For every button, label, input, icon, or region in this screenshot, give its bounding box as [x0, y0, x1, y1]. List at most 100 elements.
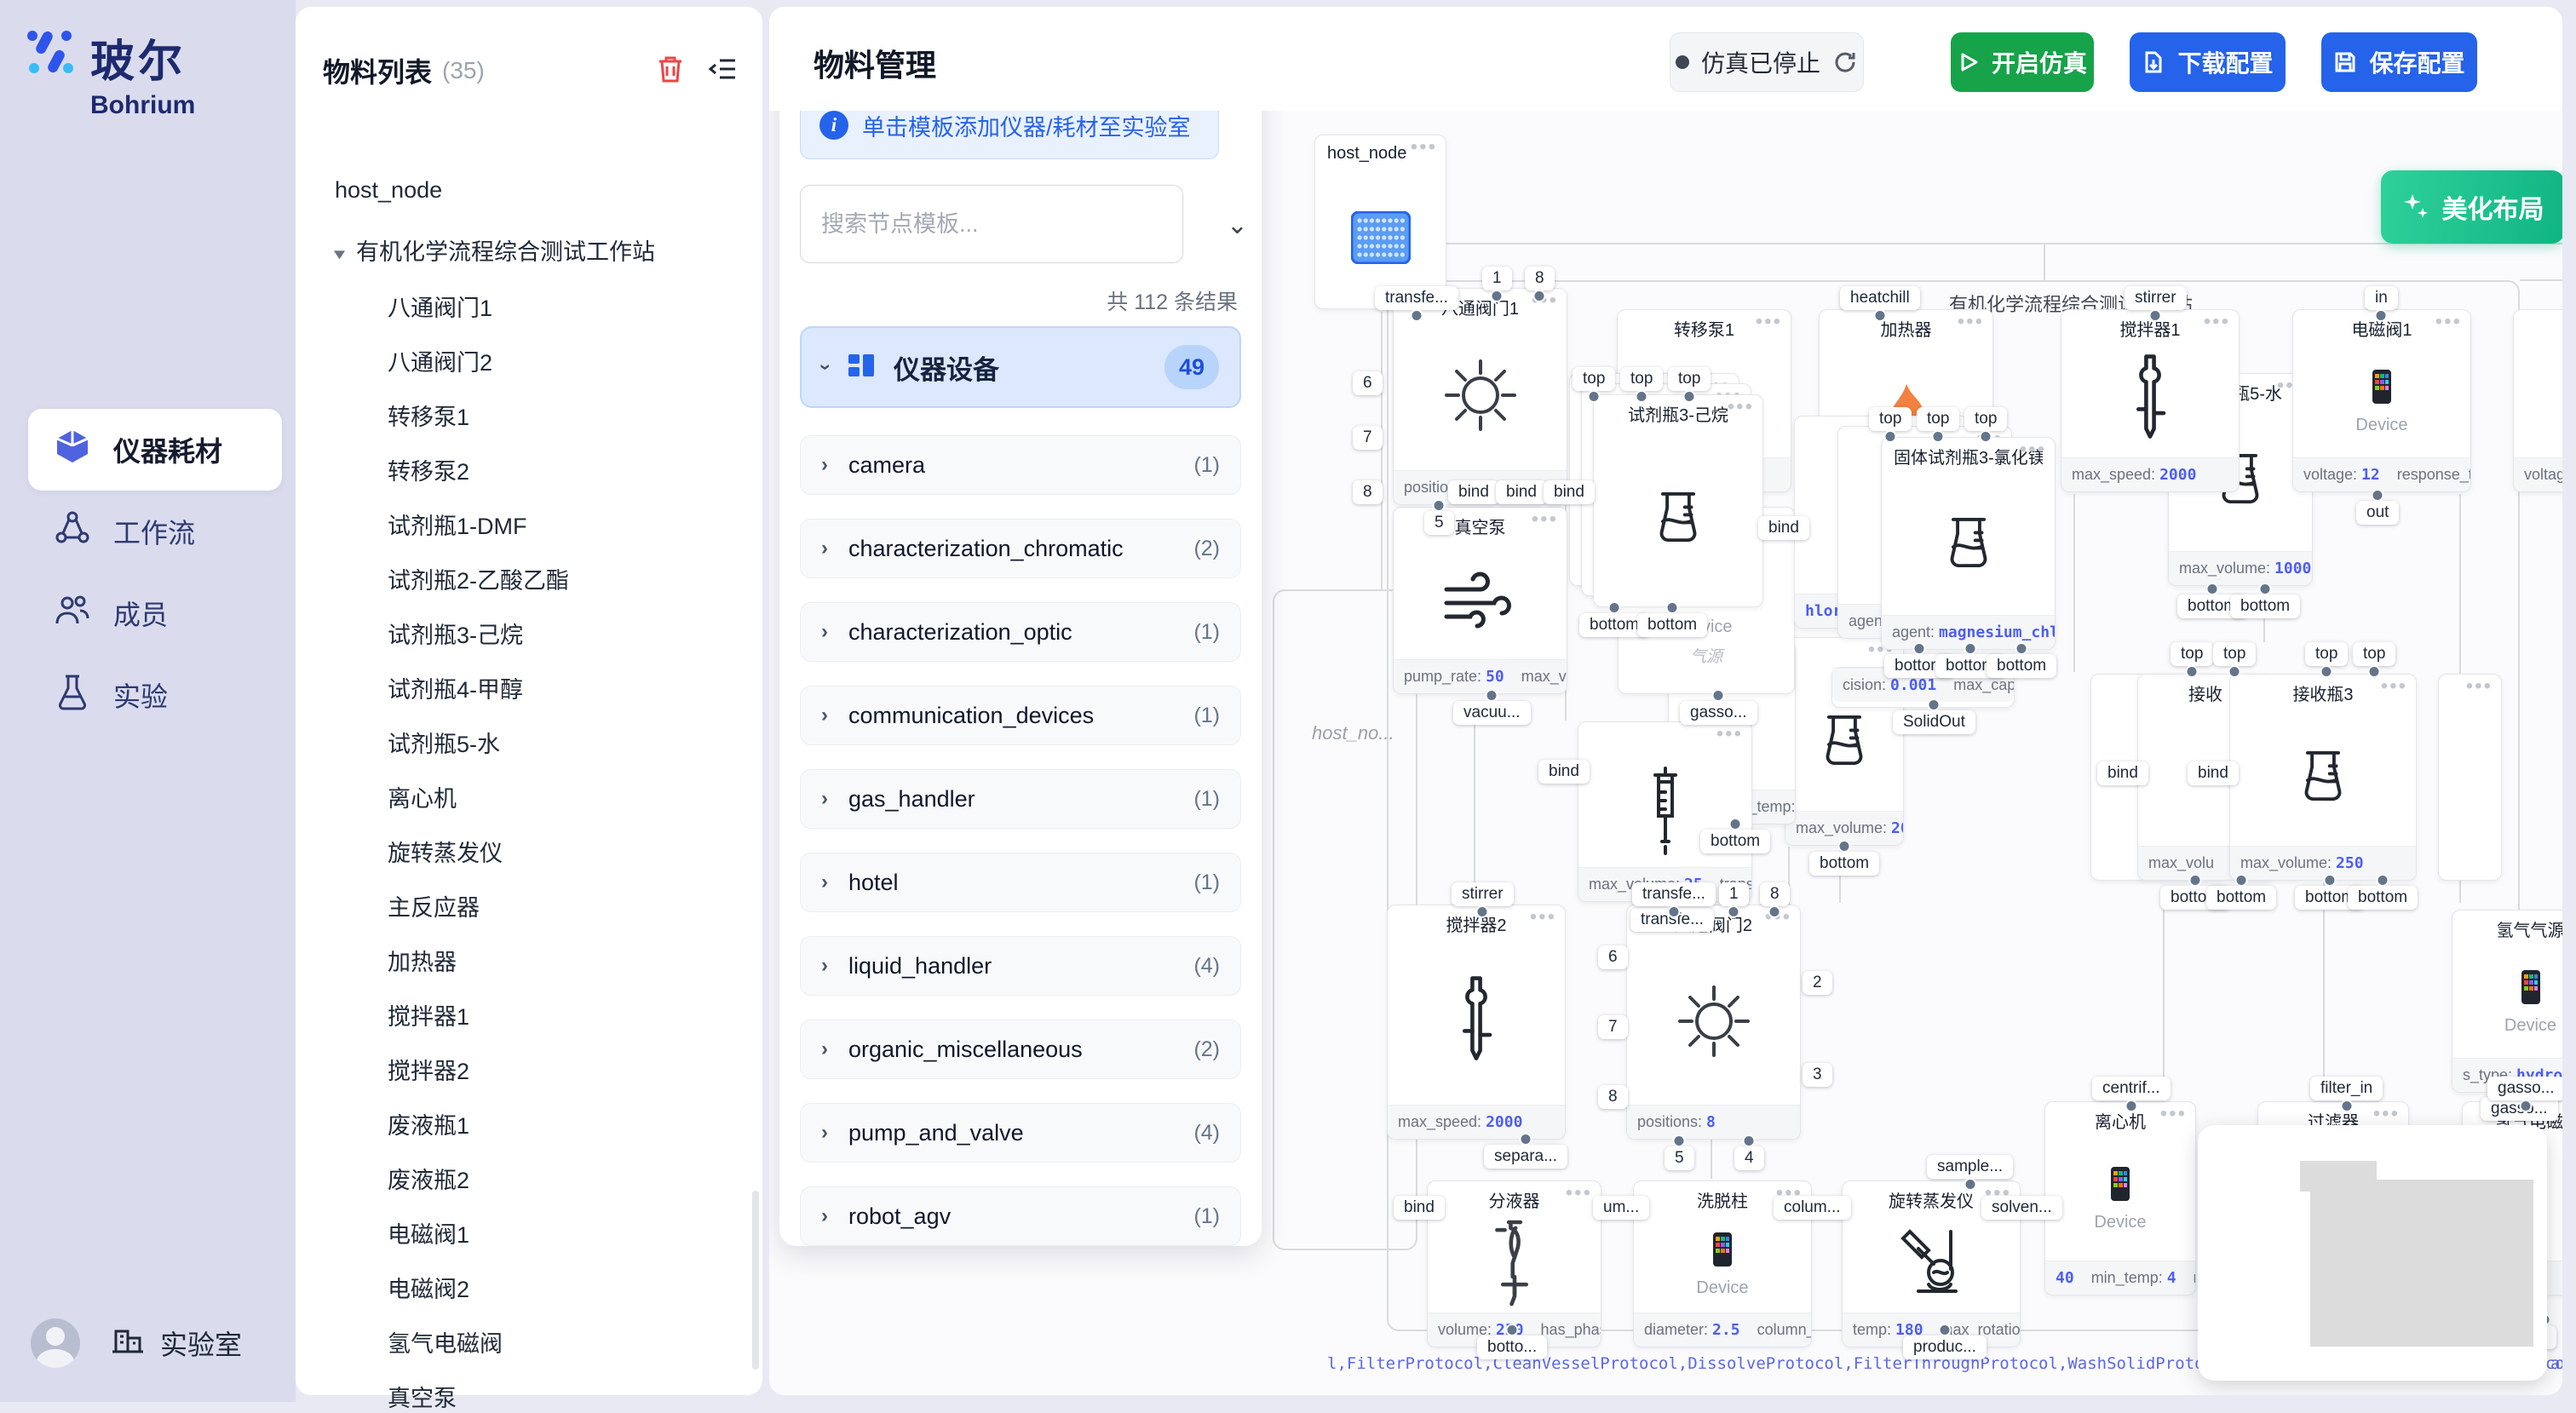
tree-item[interactable]: 试剂瓶2-乙酸乙酯 [388, 562, 569, 595]
port-dot-icon[interactable] [2320, 665, 2333, 678]
port-chip-bind[interactable]: bind [1544, 480, 1595, 504]
port-chip-stirrer[interactable]: stirrer [1452, 882, 1514, 906]
port-dot-icon[interactable] [1519, 1133, 1532, 1146]
port-chip-bottom[interactable]: bottom [2206, 886, 2276, 910]
port-dot-icon[interactable] [2228, 665, 2241, 678]
port-dot-icon[interactable] [1932, 430, 1945, 443]
port-dot-icon[interactable] [1588, 390, 1601, 403]
minimap[interactable] [2198, 1125, 2547, 1381]
port-chip-6[interactable]: 6 [1353, 371, 1383, 395]
list-scrollbar[interactable] [752, 1191, 759, 1370]
tree-item[interactable]: 搅拌器2 [388, 1053, 469, 1086]
tree-item[interactable]: 试剂瓶4-甲醇 [388, 671, 523, 704]
port-dot-icon[interactable] [2377, 874, 2389, 887]
port-chip-bottom[interactable]: bottom [1809, 852, 1879, 876]
node-card[interactable]: •••max_volume: 25transfer_rate: 10 [1578, 721, 1752, 902]
node-menu-icon[interactable]: ••• [2160, 1102, 2187, 1126]
port-dot-icon[interactable] [1964, 1178, 1976, 1191]
port-chip-7[interactable]: 7 [1353, 426, 1383, 450]
trash-icon[interactable] [655, 54, 686, 89]
port-dot-icon[interactable] [1476, 905, 1489, 918]
sim-status-pill[interactable]: 仿真已停止 [1670, 32, 1864, 92]
port-dot-icon[interactable] [1712, 689, 1725, 702]
port-dot-icon[interactable] [1768, 905, 1781, 918]
port-chip-gasso[interactable]: gasso... [2487, 1077, 2562, 1100]
search-input[interactable] [800, 185, 1183, 263]
brand-logo[interactable]: 玻尔 Bohrium [24, 26, 195, 120]
port-chip-bind[interactable]: bind [2097, 761, 2148, 785]
port-chip-top[interactable]: top [2171, 642, 2213, 666]
port-dot-icon[interactable] [1928, 698, 1941, 711]
tree-item[interactable]: 试剂瓶3-己烷 [388, 617, 523, 650]
tree-item[interactable]: 搅拌器1 [388, 998, 469, 1031]
port-dot-icon[interactable] [1608, 601, 1621, 614]
port-chip-top[interactable]: top [2305, 642, 2348, 666]
template-row-gas_handler[interactable]: ›gas_handler(1) [800, 769, 1241, 829]
tree-item[interactable]: 加热器 [388, 944, 457, 977]
port-chip-2[interactable]: 2 [1803, 971, 1832, 995]
port-dot-icon[interactable] [1433, 499, 1446, 512]
node-menu-icon[interactable]: ••• [1756, 310, 1782, 334]
tree-item[interactable]: 试剂瓶1-DMF [388, 508, 527, 541]
tree-item[interactable]: 试剂瓶5-水 [388, 726, 500, 759]
category-row-instruments[interactable]: › 仪器设备 49 [800, 326, 1241, 408]
template-row-robot_agv[interactable]: ›robot_agv(1) [800, 1186, 1241, 1246]
port-chip-um[interactable]: um... [1593, 1196, 1649, 1220]
port-dot-icon[interactable] [2186, 665, 2199, 678]
port-chip-bind[interactable]: bind [1448, 480, 1499, 504]
tree-item[interactable]: 八通阀门2 [388, 344, 492, 377]
sidebar-item-cube[interactable]: 仪器耗材 [28, 409, 282, 491]
tree-item[interactable]: 真空泵 [388, 1380, 457, 1413]
port-chip-top[interactable]: top [1869, 407, 1912, 431]
port-dot-icon[interactable] [2189, 874, 2202, 887]
tree-item[interactable]: 主反应器 [388, 889, 480, 922]
port-dot-icon[interactable] [1938, 1324, 1951, 1336]
port-dot-icon[interactable] [1486, 689, 1498, 702]
port-chip-bind[interactable]: bind [1758, 516, 1809, 540]
node-card[interactable]: ••• [2438, 674, 2502, 881]
sidebar-item-lab[interactable]: 实验室 [111, 1323, 242, 1364]
avatar[interactable] [31, 1318, 80, 1368]
port-chip-5[interactable]: 5 [1424, 511, 1454, 535]
port-chip-8[interactable]: 8 [1525, 267, 1555, 290]
port-dot-icon[interactable] [2259, 583, 2272, 595]
port-chip-filter_in[interactable]: filter_in [2310, 1077, 2383, 1100]
collapse-panel-icon[interactable] [708, 54, 739, 89]
port-dot-icon[interactable] [1506, 1324, 1519, 1336]
node-menu-icon[interactable]: ••• [1958, 310, 1984, 334]
node-menu-icon[interactable]: ••• [1532, 508, 1558, 531]
port-dot-icon[interactable] [1728, 905, 1740, 918]
node-分液器[interactable]: 分液器•••volume: 250has_phases: true [1427, 1180, 1601, 1347]
port-dot-icon[interactable] [2340, 1100, 2353, 1112]
chevron-down-icon[interactable]: ▾ [334, 244, 345, 263]
tree-item[interactable]: 废液瓶2 [388, 1162, 469, 1195]
template-row-communication_devices[interactable]: ›communication_devices(1) [800, 686, 1241, 745]
tree-item[interactable]: 电磁阀1 [388, 1216, 469, 1249]
tree-item[interactable]: 电磁阀2 [388, 1271, 469, 1304]
template-row-characterization_optic[interactable]: ›characterization_optic(1) [800, 602, 1241, 662]
port-chip-bind[interactable]: bind [1394, 1196, 1445, 1220]
port-chip-transfe[interactable]: transfe... [1375, 286, 1458, 310]
port-chip-bind[interactable]: bind [1538, 760, 1590, 784]
port-chip-separa[interactable]: separa... [1484, 1145, 1567, 1169]
port-chip-produc[interactable]: produc... [1903, 1335, 1987, 1359]
node-menu-icon[interactable]: ••• [2381, 675, 2407, 698]
node-搅拌器1[interactable]: 搅拌器1•••max_speed: 2000 [2061, 309, 2240, 492]
node-离心机[interactable]: 离心机•••Device40min_temp: 4max_spe [2044, 1101, 2196, 1295]
port-dot-icon[interactable] [2235, 874, 2248, 887]
port-chip-top[interactable]: top [1917, 407, 1959, 431]
port-chip-bind[interactable]: bind [2188, 761, 2239, 785]
port-chip-heatchill[interactable]: heatchill [1840, 286, 1920, 310]
port-chip-4[interactable]: 4 [1734, 1146, 1764, 1170]
port-chip-8[interactable]: 8 [1598, 1085, 1628, 1109]
port-dot-icon[interactable] [1491, 290, 1504, 302]
port-chip-5[interactable]: 5 [1665, 1146, 1694, 1170]
node-menu-icon[interactable]: ••• [1530, 905, 1556, 929]
port-chip-7[interactable]: 7 [1598, 1015, 1628, 1039]
node-固体试剂瓶3-氯化镁[interactable]: 固体试剂瓶3-氯化镁•••agent: magnesium_chlorideph… [1881, 437, 2056, 650]
port-chip-gasso[interactable]: gasso... [1680, 701, 1757, 725]
node-八通阀门2[interactable]: 八通阀门2•••positions: 8 [1626, 905, 1801, 1140]
node-氢气气源[interactable]: 氢气气源•••Devices_type: hydrogenmax_pre [2452, 910, 2562, 1093]
node-真空泵[interactable]: 真空泵•••pump_rate: 50max_vacuum: 0.1 [1393, 507, 1567, 694]
port-dot-icon[interactable] [1873, 309, 1886, 322]
